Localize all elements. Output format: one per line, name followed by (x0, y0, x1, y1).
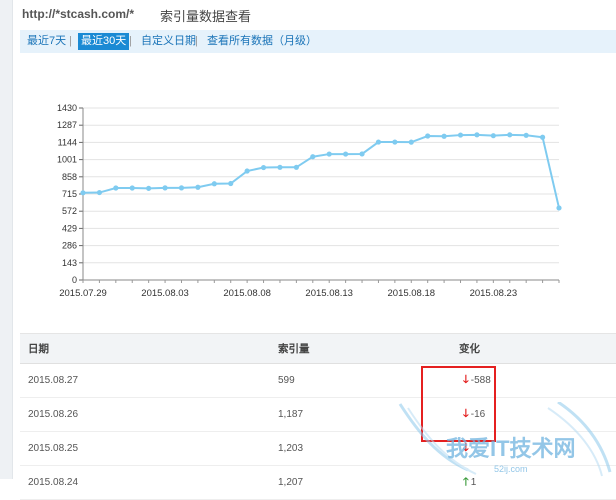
data-point (195, 184, 201, 190)
data-point (260, 164, 267, 171)
tab-last-30-days[interactable]: 最近30天 (78, 33, 130, 50)
data-point (228, 180, 234, 187)
y-tick-label: 1430 (57, 103, 77, 113)
cell-index-volume: 1,207 (261, 465, 437, 500)
data-point (408, 139, 414, 145)
data-point (244, 168, 250, 174)
column-header-index-volume: 索引量 (261, 333, 437, 364)
x-tick-label: 2015.08.13 (305, 288, 353, 299)
page-header: http://*stcash.com/* 索引量数据查看 (20, 0, 616, 30)
y-tick-label: 1144 (58, 137, 77, 147)
data-point (113, 185, 119, 191)
table-row: 2015.08.27 599 🡓 -588 (20, 363, 616, 398)
data-point (375, 139, 382, 145)
y-tick-label: 858 (62, 172, 77, 182)
data-point (293, 164, 299, 170)
arrow-down-icon: 🡓 (463, 442, 469, 454)
y-tick-label: 715 (62, 189, 77, 199)
tab-custom-date[interactable]: 自定义日期 (138, 33, 199, 50)
data-point (425, 133, 431, 139)
x-tick-label: 2015.08.08 (223, 288, 271, 299)
data-point (457, 132, 464, 138)
y-tick-label: 572 (62, 206, 77, 216)
data-point (539, 134, 546, 140)
table-row: 2015.08.26 1,187 🡓 -16 (20, 397, 616, 432)
x-tick-label: 2015.08.18 (388, 288, 436, 299)
data-point (343, 151, 349, 157)
left-sidebar-strip (0, 0, 13, 479)
y-tick-label: 1001 (57, 155, 77, 165)
data-point (507, 132, 513, 138)
data-point (310, 154, 316, 160)
x-tick-label: 2015.08.23 (470, 288, 518, 299)
tab-separator: | (69, 35, 72, 47)
y-tick-label: 0 (72, 275, 77, 285)
column-header-date: 日期 (20, 333, 261, 364)
data-point (359, 151, 365, 157)
y-tick-label: 143 (62, 258, 77, 268)
data-point (80, 190, 86, 196)
cell-change: 🡑 1 (437, 465, 616, 500)
tab-all-data-monthly[interactable]: 查看所有数据（月级） (204, 33, 320, 50)
tab-last-7-days[interactable]: 最近7天 (24, 33, 69, 50)
data-point (96, 189, 103, 196)
cell-index-volume: 1,203 (261, 431, 437, 466)
data-point (162, 185, 168, 191)
index-volume-chart: 0 143 286 429 572 715 858 1001 1144 1287 1430 2015.… (20, 96, 616, 306)
y-tick-label: 429 (62, 223, 77, 233)
data-point (523, 132, 529, 138)
site-url: http://*stcash.com/* (22, 7, 135, 21)
cell-index-volume: 1,187 (261, 397, 437, 432)
data-point (392, 139, 398, 145)
date-range-tabs: 最近7天 | 最近30天 | 自定义日期 | 查看所有数据（月级） (20, 30, 616, 53)
cell-index-volume: 599 (261, 363, 437, 398)
page-title: 索引量数据查看 (160, 9, 252, 24)
line-chart-svg: 0 143 286 429 572 715 858 1001 1144 1287 1430 2015.… (57, 103, 562, 299)
y-tick-label: 1287 (57, 120, 77, 130)
data-point (178, 185, 185, 191)
data-point (490, 133, 496, 139)
data-point (211, 181, 217, 187)
data-point (556, 205, 562, 211)
cell-date: 2015.08.25 (20, 431, 261, 466)
data-point (441, 133, 447, 139)
data-point (326, 151, 332, 157)
x-tick-label: 2015.08.03 (141, 288, 189, 299)
cell-date: 2015.08.27 (20, 363, 261, 398)
table-header-row: 日期 索引量 变化 (20, 333, 616, 364)
table-row: 2015.08.25 1,203 🡓 (20, 431, 616, 466)
column-header-change: 变化 (437, 333, 616, 364)
x-tick-label: 2015.07.29 (59, 288, 107, 299)
tab-separator: | (129, 35, 132, 47)
arrow-up-icon: 🡑 (463, 476, 469, 488)
cell-date: 2015.08.26 (20, 397, 261, 432)
change-highlight-box (421, 366, 496, 442)
y-tick-label: 286 (62, 241, 77, 251)
data-point (474, 132, 480, 138)
index-data-table: 日期 索引量 变化 2015.08.27 599 🡓 -588 2015.08.2… (20, 333, 616, 500)
data-point (129, 185, 135, 191)
data-point (146, 185, 152, 191)
cell-date: 2015.08.24 (20, 465, 261, 500)
tab-separator: | (195, 35, 198, 47)
table-row: 2015.08.24 1,207 🡑 1 (20, 465, 616, 500)
data-point (277, 164, 283, 170)
